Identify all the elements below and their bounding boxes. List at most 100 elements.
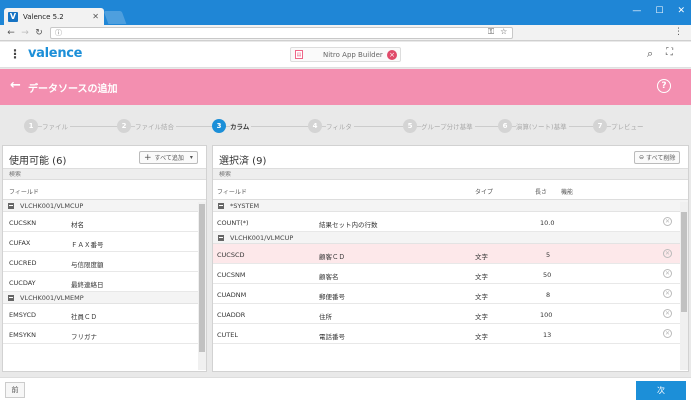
wizard-footer: 前 次 xyxy=(0,377,691,403)
new-tab-button[interactable] xyxy=(103,11,127,24)
minimize-icon[interactable]: — xyxy=(632,6,641,16)
table-row-selected[interactable]: CUCSCD 顧客ＣＤ 文字 5 ✕ xyxy=(213,244,688,264)
column-function[interactable]: 機能 xyxy=(561,187,573,196)
group-row[interactable]: VLCHK001/VLMCUP xyxy=(213,232,688,244)
selected-panel-header: 選択済 (9) ⊖ すべて削除 xyxy=(213,146,688,168)
step-number: 5 xyxy=(403,119,417,133)
app-header: ⋮ valence ▤ Nitro App Builder × ⌕ ⛶ xyxy=(0,42,691,68)
selected-column-header: フィールド タイプ 長さ 機能 xyxy=(213,180,688,200)
remove-all-label: すべて削除 xyxy=(646,155,676,162)
column-field[interactable]: フィールド xyxy=(9,187,39,196)
field-length: 13 xyxy=(543,331,552,339)
app-menu-icon[interactable]: ⋮ xyxy=(9,47,21,61)
collapse-icon[interactable] xyxy=(8,202,14,209)
help-icon[interactable]: ? xyxy=(657,79,671,93)
table-row[interactable]: CUTEL 電話番号 文字 13 ✕ xyxy=(213,324,688,344)
available-scrollbar[interactable] xyxy=(198,202,206,370)
key-icon[interactable]: ⚿ xyxy=(488,27,494,37)
field-name: CUTEL xyxy=(217,331,238,339)
maximize-icon[interactable]: ☐ xyxy=(655,6,663,16)
page-header-band: ← データソースの追加 ? xyxy=(0,69,691,105)
group-name: VLCHK001/VLMEMP xyxy=(20,293,84,302)
available-search-input[interactable] xyxy=(9,170,187,178)
table-row[interactable]: CUCSNM 顧客名 文字 50 ✕ xyxy=(213,264,688,284)
scroll-thumb[interactable] xyxy=(681,212,687,312)
field-type: 文字 xyxy=(475,313,488,321)
step-label: 演算(ソート)基準 xyxy=(516,121,569,131)
chip-close-icon[interactable]: × xyxy=(387,49,397,60)
collapse-icon[interactable] xyxy=(218,234,224,241)
group-row[interactable]: VLCHK001/VLMEMP xyxy=(3,292,206,304)
field-name: CUADDR xyxy=(217,311,246,319)
step-label: フィルタ xyxy=(326,121,354,131)
page-title: データソースの追加 xyxy=(28,84,118,95)
step-2[interactable]: 2 ファイル結合 xyxy=(117,119,176,133)
step-label: ファイル xyxy=(42,121,70,131)
field-name: CUCDAY xyxy=(9,279,36,287)
star-icon[interactable]: ☆ xyxy=(500,27,507,37)
info-icon[interactable]: ⓘ xyxy=(55,28,62,38)
field-desc: 結果セット内の行数 xyxy=(319,221,378,229)
list-item[interactable]: CUFAX ＦＡＸ番号 xyxy=(3,232,206,252)
close-window-icon[interactable]: ✕ xyxy=(677,6,685,16)
next-button[interactable]: 次 xyxy=(636,381,686,400)
table-row[interactable]: COUNT(*) 結果セット内の行数 10.0 ✕ xyxy=(213,212,688,232)
step-1[interactable]: 1 ファイル xyxy=(24,119,70,133)
list-item[interactable]: CUCRED 与信限度額 xyxy=(3,252,206,272)
step-4[interactable]: 4 フィルタ xyxy=(308,119,354,133)
prev-button[interactable]: 前 xyxy=(5,382,25,398)
column-length[interactable]: 長さ xyxy=(535,187,547,196)
selected-title: 選択済 (9) xyxy=(219,156,267,167)
list-item[interactable]: EMSYCD 社員ＣＤ xyxy=(3,304,206,324)
list-item[interactable]: CUCDAY 最終連絡日 xyxy=(3,272,206,292)
brand-logo[interactable]: valence xyxy=(28,46,83,61)
address-bar[interactable]: ⓘ xyxy=(50,27,513,39)
column-type[interactable]: タイプ xyxy=(475,187,493,196)
table-row[interactable]: CUADNM 郵便番号 文字 8 ✕ xyxy=(213,284,688,304)
scroll-thumb[interactable] xyxy=(199,204,205,352)
field-length: 50 xyxy=(543,271,552,279)
list-item[interactable]: EMSYKN フリガナ xyxy=(3,324,206,344)
column-field[interactable]: フィールド xyxy=(217,187,247,196)
reload-icon[interactable]: ↻ xyxy=(32,28,46,38)
chevron-down-icon: ▾ xyxy=(189,154,193,161)
back-icon[interactable]: ← xyxy=(4,28,18,38)
group-name: *SYSTEM xyxy=(230,201,260,210)
step-6[interactable]: 6 演算(ソート)基準 xyxy=(498,119,569,133)
field-desc: 材名 xyxy=(71,221,84,229)
app-chip[interactable]: ▤ Nitro App Builder × xyxy=(290,47,401,62)
back-arrow-icon[interactable]: ← xyxy=(10,78,21,93)
step-number: 6 xyxy=(498,119,512,133)
browser-tab[interactable]: V Valence 5.2 ✕ xyxy=(4,8,104,25)
step-3[interactable]: 3 カラム xyxy=(212,119,252,133)
search-icon[interactable]: ⌕ xyxy=(647,47,653,61)
remove-row-icon[interactable]: ✕ xyxy=(663,309,672,318)
step-5[interactable]: 5 グループ分け基準 xyxy=(403,119,475,133)
remove-row-icon[interactable]: ✕ xyxy=(663,329,672,338)
remove-row-icon[interactable]: ✕ xyxy=(663,269,672,278)
step-7[interactable]: 7 プレビュー xyxy=(593,119,646,133)
table-row[interactable]: CUADDR 住所 文字 100 ✕ xyxy=(213,304,688,324)
menu-dots-icon[interactable]: ⋮ xyxy=(674,27,683,37)
remove-row-icon[interactable]: ✕ xyxy=(663,249,672,258)
selected-search-row xyxy=(213,168,688,180)
selected-search-input[interactable] xyxy=(219,170,642,178)
selected-scrollbar[interactable] xyxy=(680,202,688,370)
remove-row-icon[interactable]: ✕ xyxy=(663,289,672,298)
remove-row-icon[interactable]: ✕ xyxy=(663,217,672,226)
collapse-icon[interactable] xyxy=(8,294,14,301)
forward-icon[interactable]: → xyxy=(18,28,32,38)
pdf-icon: ▤ xyxy=(295,50,303,59)
remove-all-button[interactable]: ⊖ すべて削除 xyxy=(634,151,681,164)
field-name: EMSYKN xyxy=(9,331,36,339)
add-all-button[interactable]: + すべて追加 ▾ xyxy=(139,151,198,164)
group-row[interactable]: VLCHK001/VLMCUP xyxy=(3,200,206,212)
expand-icon[interactable]: ⛶ xyxy=(666,47,673,58)
group-name: VLCHK001/VLMCUP xyxy=(20,201,84,210)
field-desc: 社員ＣＤ xyxy=(71,313,97,321)
group-row[interactable]: *SYSTEM xyxy=(213,200,688,212)
list-item[interactable]: CUCSKN 材名 xyxy=(3,212,206,232)
available-search-row xyxy=(3,168,206,180)
collapse-icon[interactable] xyxy=(218,202,224,209)
tab-close-icon[interactable]: ✕ xyxy=(92,12,99,21)
